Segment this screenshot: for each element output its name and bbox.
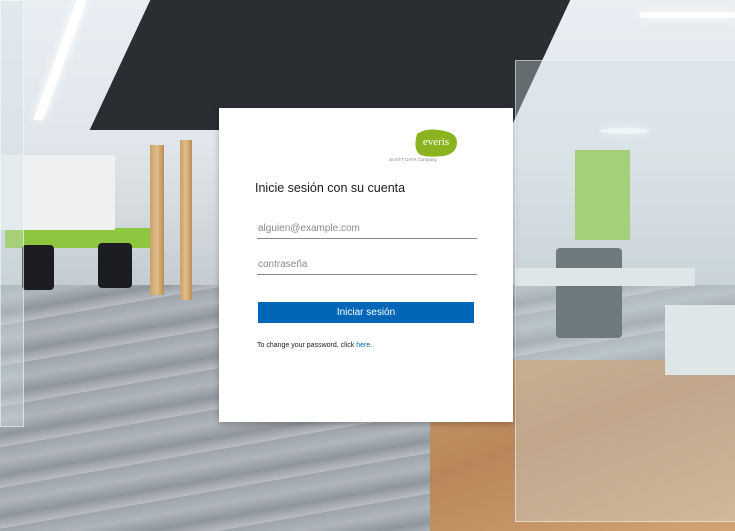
wood-post <box>150 145 164 295</box>
login-title: Inicie sesión con su cuenta <box>255 181 406 195</box>
glass-panel <box>0 0 24 427</box>
wood-post <box>180 140 192 300</box>
change-password-link[interactable]: here <box>356 342 370 349</box>
change-password-help: To change your password, click here. <box>257 342 372 349</box>
everis-logo: everis <box>415 129 457 157</box>
logo-text: everis <box>423 136 449 148</box>
password-input[interactable] <box>257 254 477 275</box>
help-suffix: . <box>370 342 373 349</box>
sign-in-button[interactable]: Iniciar sesión <box>258 302 474 323</box>
office-chair <box>22 245 54 290</box>
glass-panel <box>515 60 735 522</box>
help-text: To change your password, click <box>257 342 357 349</box>
ceiling-light <box>640 12 735 18</box>
logo-tagline: an NTT DATA Company <box>389 157 437 162</box>
office-chair <box>98 243 132 288</box>
email-input[interactable] <box>257 218 477 239</box>
